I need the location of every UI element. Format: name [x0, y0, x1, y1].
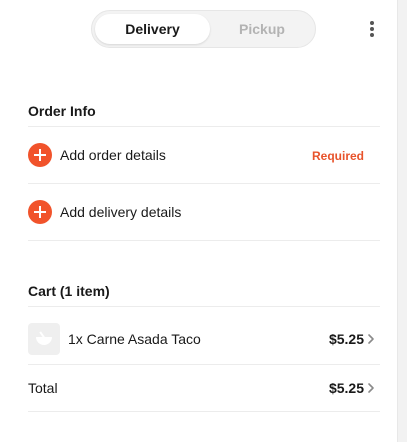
- add-order-details-label: Add order details: [60, 147, 166, 163]
- required-badge: Required: [311, 149, 364, 163]
- cart-item-row[interactable]: 1x Carne Asada Taco $5.25: [28, 319, 380, 359]
- chevron-right-icon: [368, 383, 374, 393]
- food-thumbnail-icon: [28, 323, 60, 355]
- add-delivery-details-label: Add delivery details: [60, 204, 182, 220]
- add-order-details-row[interactable]: Add order details Required: [28, 135, 380, 175]
- divider: [28, 126, 380, 127]
- plus-icon: [28, 200, 52, 224]
- add-delivery-details-row[interactable]: Add delivery details: [28, 192, 380, 232]
- delivery-pickup-toggle[interactable]: Delivery Pickup: [91, 10, 316, 48]
- delivery-tab[interactable]: Delivery: [95, 14, 210, 44]
- cart-title: Cart (1 item): [28, 283, 110, 299]
- total-value: $5.25: [328, 380, 364, 396]
- plus-icon: [28, 143, 52, 167]
- total-row[interactable]: Total $5.25: [28, 368, 380, 408]
- divider: [28, 411, 380, 412]
- pickup-tab[interactable]: Pickup: [210, 14, 314, 44]
- divider: [28, 364, 380, 365]
- order-panel: Delivery Pickup Order Info Add order det…: [0, 0, 398, 442]
- order-info-title: Order Info: [28, 103, 96, 119]
- divider: [28, 183, 380, 184]
- cart-item-price: $5.25: [328, 331, 364, 347]
- chevron-right-icon: [368, 334, 374, 344]
- divider: [28, 240, 380, 241]
- divider: [28, 306, 380, 307]
- kebab-menu-icon[interactable]: [362, 17, 382, 41]
- total-label: Total: [28, 380, 58, 396]
- cart-item-name: 1x Carne Asada Taco: [68, 331, 201, 347]
